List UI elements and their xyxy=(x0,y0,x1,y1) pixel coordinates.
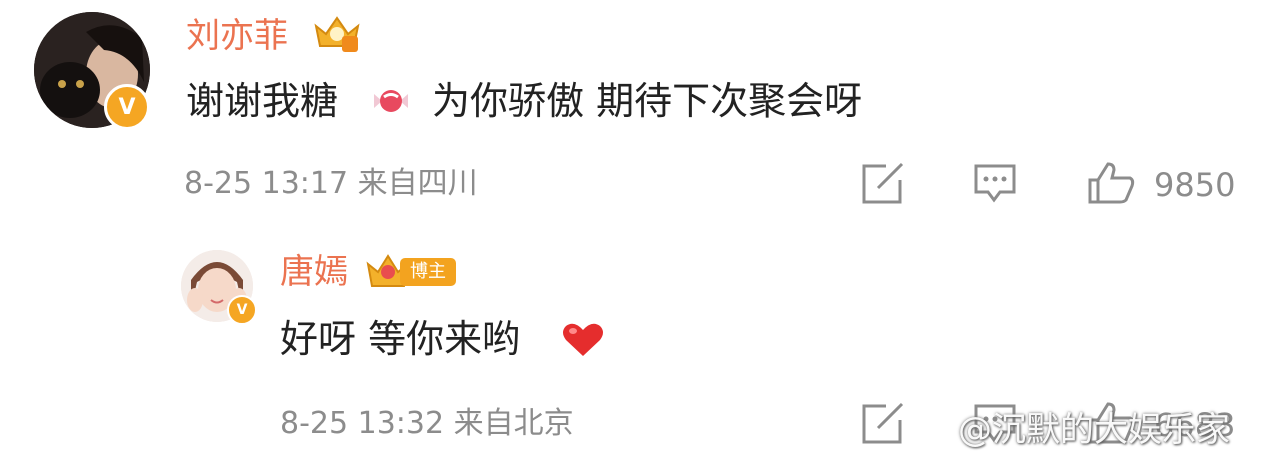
like-count: 9850 xyxy=(1154,166,1236,204)
vip-crown-icon[interactable] xyxy=(312,12,362,54)
candy-emoji xyxy=(374,90,408,112)
share-edit-icon[interactable] xyxy=(860,162,906,206)
like-thumb-icon[interactable] xyxy=(1086,160,1138,206)
red-heart-emoji xyxy=(563,323,603,356)
comment-icon[interactable] xyxy=(972,162,1018,206)
username[interactable]: 刘亦菲 xyxy=(186,16,288,56)
share-edit-icon[interactable] xyxy=(860,402,906,446)
comment-timestamp-location: 8-25 13:32 来自北京 xyxy=(280,406,574,441)
comment-text-continued: 为你骄傲 期待下次聚会呀 xyxy=(432,79,863,123)
username[interactable]: 唐嫣 xyxy=(280,252,348,292)
weibo-watermark: @沉默的大娱乐家 xyxy=(958,410,1230,450)
comment-text: 谢谢我糖 xyxy=(186,79,339,123)
comment-timestamp-location: 8-25 13:17 来自四川 xyxy=(184,166,478,201)
comment-text: 好呀 等你来哟 xyxy=(280,317,521,361)
verified-badge: V xyxy=(104,84,150,130)
blogger-tag: 博主 xyxy=(400,258,456,286)
verified-badge: V xyxy=(227,295,257,325)
